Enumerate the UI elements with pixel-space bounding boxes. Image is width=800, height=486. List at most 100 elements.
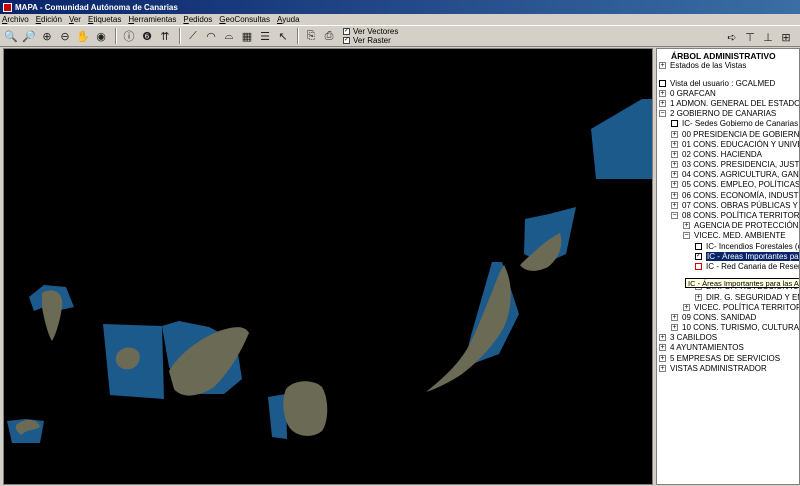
menu-ver[interactable]: Ver bbox=[69, 15, 81, 24]
layers-icon[interactable]: ☰ bbox=[257, 28, 273, 44]
tree-node[interactable]: IC- Incendios Forestales (ortoe bbox=[657, 241, 799, 251]
grid-icon[interactable]: ▦ bbox=[239, 28, 255, 44]
collapse-icon[interactable]: − bbox=[659, 110, 666, 118]
expand-icon[interactable]: + bbox=[671, 140, 678, 148]
tree-node[interactable]: +0 GRAFCAN bbox=[657, 88, 799, 98]
tree-node[interactable]: +05 CONS. EMPLEO, POLÍTICAS SOC bbox=[657, 180, 799, 190]
expand-icon[interactable]: + bbox=[695, 293, 702, 301]
layer-checkbox[interactable] bbox=[695, 262, 702, 270]
view-states-row[interactable]: + Estados de las Vistas bbox=[657, 61, 799, 70]
menu-ayuda[interactable]: Ayuda bbox=[277, 15, 300, 24]
tree-node-label: IC- Incendios Forestales (ortoe bbox=[706, 241, 799, 251]
tree-node[interactable]: +00 PRESIDENCIA DE GOBIERNO bbox=[657, 129, 799, 139]
tree-node[interactable]: +02 CONS. HACIENDA bbox=[657, 149, 799, 159]
tree-collapse-icon[interactable]: ⊥ bbox=[760, 29, 776, 45]
expand-icon[interactable]: + bbox=[659, 364, 666, 372]
tree-node[interactable]: −2 GOBIERNO DE CANARIAS bbox=[657, 109, 799, 119]
map-view[interactable] bbox=[3, 48, 653, 485]
tree-options-icon[interactable]: ⊞ bbox=[778, 29, 794, 45]
expand-icon[interactable]: + bbox=[683, 303, 690, 311]
expand-icon[interactable]: + bbox=[671, 201, 678, 209]
zoom-out-icon[interactable]: 🔎 bbox=[21, 28, 37, 44]
tree-node[interactable]: ✓ IC - Áreas Importantes para las bbox=[657, 251, 799, 261]
tree-node[interactable]: +01 CONS. EDUCACIÓN Y UNIVERSID bbox=[657, 139, 799, 149]
layer-checkbox[interactable] bbox=[695, 242, 702, 250]
expand-icon[interactable]: + bbox=[671, 181, 678, 189]
layer-checkbox[interactable] bbox=[671, 120, 678, 128]
expand-icon[interactable]: + bbox=[659, 344, 666, 352]
tree-node[interactable]: + VISTAS ADMINISTRADOR bbox=[657, 363, 799, 373]
tree-node[interactable]: +09 CONS. SANIDAD bbox=[657, 312, 799, 322]
view-states-label: Estados de las Vistas bbox=[670, 61, 747, 70]
collapse-icon[interactable]: − bbox=[683, 232, 690, 240]
expand-icon[interactable]: + bbox=[659, 354, 666, 362]
menu-herramientas[interactable]: Herramientas bbox=[128, 15, 176, 24]
menu-etiquetas[interactable]: Etiquetas bbox=[88, 15, 121, 24]
tree-node[interactable]: + DIR. G. SEGURIDAD Y EMER bbox=[657, 292, 799, 302]
tree-node[interactable]: +1 ADMON. GENERAL DEL ESTADO bbox=[657, 98, 799, 108]
tree-node[interactable]: + VICEC. POLÍTICA TERRITORIAL bbox=[657, 302, 799, 312]
tree-node[interactable]: +10 CONS. TURISMO, CULTURA Y DE bbox=[657, 323, 799, 333]
layer-checkbox[interactable]: ✓ bbox=[695, 252, 702, 260]
tree-node[interactable]: +4 AYUNTAMIENTOS bbox=[657, 343, 799, 353]
expand-icon[interactable]: + bbox=[659, 89, 666, 97]
tree-node[interactable]: + AGENCIA DE PROTECCIÓN DEL bbox=[657, 221, 799, 231]
tree-node[interactable]: +07 CONS. OBRAS PÚBLICAS Y TRAN bbox=[657, 200, 799, 210]
expand-icon[interactable]: + bbox=[671, 150, 678, 158]
tree-title: ÁRBOL ADMINISTRATIVO bbox=[671, 51, 776, 61]
tree-node[interactable]: − VICEC. MED. AMBIENTE bbox=[657, 231, 799, 241]
tree-node[interactable]: +06 CONS. ECONOMÍA, INDUSTRIA, C bbox=[657, 190, 799, 200]
ver-raster-checkbox[interactable]: ✓ bbox=[343, 37, 350, 44]
measure-line-icon[interactable]: ⟋ bbox=[185, 28, 201, 44]
refresh-icon[interactable]: ◉ bbox=[93, 28, 109, 44]
tree-node[interactable]: IC- Sedes Gobierno de Canarias bbox=[657, 119, 799, 129]
print-icon[interactable]: ⎙ bbox=[321, 28, 337, 44]
tree-node[interactable]: Vista del usuario : GCALMED bbox=[657, 78, 799, 88]
tree-node-label: 03 CONS. PRESIDENCIA, JUSTICIA E bbox=[682, 160, 800, 170]
tree-node[interactable]: +04 CONS. AGRICULTURA, GANAD, P bbox=[657, 170, 799, 180]
expand-icon[interactable]: + bbox=[671, 191, 678, 199]
expand-icon[interactable]: + bbox=[671, 161, 678, 169]
expand-icon[interactable]: + bbox=[671, 313, 678, 321]
expand-icon[interactable]: + bbox=[671, 130, 678, 138]
window-title: MAPA - Comunidad Autónoma de Canarias bbox=[15, 2, 178, 12]
menu-pedidos[interactable]: Pedidos bbox=[183, 15, 212, 24]
tree-node[interactable]: +5 EMPRESAS DE SERVICIOS bbox=[657, 353, 799, 363]
expand-icon[interactable]: + bbox=[671, 324, 678, 332]
tree-node-label: 2 GOBIERNO DE CANARIAS bbox=[670, 109, 777, 119]
ver-raster-option[interactable]: ✓ Ver Raster bbox=[343, 36, 398, 45]
expand-icon[interactable]: + bbox=[683, 222, 690, 230]
zoom-in-icon[interactable]: 🔍 bbox=[3, 28, 19, 44]
expand-icon[interactable]: + bbox=[671, 171, 678, 179]
copy-icon[interactable]: ⎘ bbox=[303, 28, 319, 44]
tree-expand-icon[interactable]: ⊤ bbox=[742, 29, 758, 45]
pan-hand-icon[interactable]: ✋ bbox=[75, 28, 91, 44]
ver-vectores-checkbox[interactable]: ✓ bbox=[343, 28, 350, 35]
menu-geoconsultas[interactable]: GeoConsultas bbox=[219, 15, 270, 24]
tree-node[interactable]: IC - Red Canaria de Reservas bbox=[657, 261, 799, 271]
north-arrow-icon[interactable]: ⇈ bbox=[157, 28, 173, 44]
expand-icon[interactable]: + bbox=[659, 334, 666, 342]
forward-arrow-icon[interactable]: ➪ bbox=[724, 29, 740, 45]
info-icon[interactable]: ⓘ bbox=[121, 28, 137, 44]
tree-node[interactable]: +3 CABILDOS bbox=[657, 333, 799, 343]
select-arrow-icon[interactable]: ↖ bbox=[275, 28, 291, 44]
zoom-previous-icon[interactable]: ⊖ bbox=[57, 28, 73, 44]
query-icon[interactable]: ❻ bbox=[139, 28, 155, 44]
ver-vectores-option[interactable]: ✓ Ver Vectores bbox=[343, 27, 398, 36]
tree-node[interactable]: −08 CONS. POLÍTICA TERRITORIAL, S bbox=[657, 210, 799, 220]
menu-edicion[interactable]: Edición bbox=[36, 15, 62, 24]
zoom-extent-icon[interactable]: ⊕ bbox=[39, 28, 55, 44]
menu-archivo[interactable]: Archivo bbox=[2, 15, 29, 24]
measure-area-icon[interactable]: ◠ bbox=[203, 28, 219, 44]
map-canvas[interactable] bbox=[4, 49, 654, 486]
profile-icon[interactable]: ⌓ bbox=[221, 28, 237, 44]
tree-node-label: IC- Sedes Gobierno de Canarias bbox=[682, 119, 799, 129]
expand-icon[interactable]: + bbox=[659, 99, 666, 107]
collapse-icon[interactable]: − bbox=[671, 212, 678, 220]
tree-node[interactable]: +03 CONS. PRESIDENCIA, JUSTICIA E bbox=[657, 160, 799, 170]
expand-icon[interactable]: + bbox=[659, 62, 666, 69]
ver-vectores-label: Ver Vectores bbox=[353, 27, 399, 36]
layer-checkbox[interactable] bbox=[659, 79, 666, 87]
tree-node-label: 3 CABILDOS bbox=[670, 333, 718, 343]
